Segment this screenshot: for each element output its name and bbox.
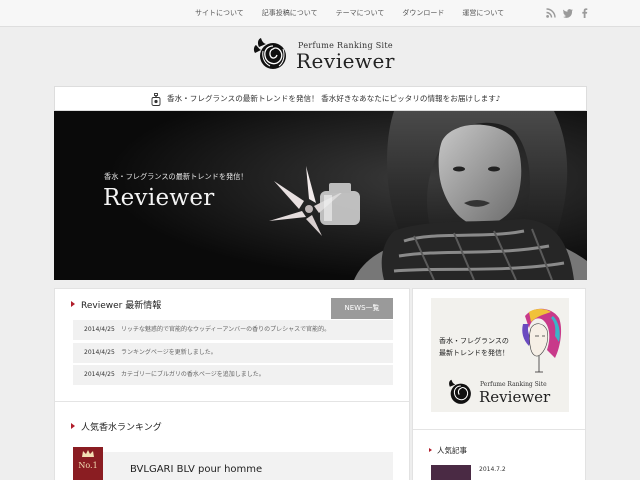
popular-article-thumbnail[interactable] [431,465,471,480]
popular-heading: 人気記事 [429,445,467,456]
perfume-bottle-icon [151,93,161,106]
news-item[interactable]: 2014/4/25 ランキングページを更新しました。 [73,342,393,363]
hero-tagline: 香水・フレグランスの最新トレンドを発信！ [104,172,248,181]
rose-logo-icon [253,38,286,69]
nav-item-download[interactable]: ダウンロード [393,0,453,27]
triangle-bullet-icon [71,301,75,307]
news-date: 2014/4/25 [84,371,115,378]
nav-item-about-site[interactable]: サイトについて [186,0,253,27]
social-links [546,8,590,18]
colorful-face-illustration [522,308,562,373]
nav-item-theme[interactable]: テーマについて [327,0,394,27]
twitter-icon[interactable] [563,8,573,18]
news-heading: Reviewer 最新情報 [71,298,161,311]
news-list: 2014/4/25 リッチな魅惑的で官能的なウッディーアンバーの香りのプレシャス… [73,320,393,388]
ranking-item-name[interactable]: BVLGARI BLV pour homme [130,464,262,475]
news-item[interactable]: 2014/4/25 カテゴリーにブルガリの香水ページを追加しました。 [73,365,393,385]
sidebar-banner[interactable]: 香水・フレグランスの 最新トレンドを発信！ Perfume Ranking Si… [431,298,569,412]
rss-icon[interactable] [546,8,556,18]
ranking-heading: 人気香水ランキング [71,420,162,433]
news-date: 2014/4/25 [84,326,115,333]
site-logo[interactable]: Perfume Ranking Site Reviewer [253,37,395,75]
banner-text-line-2: 最新トレンドを発信！ [439,349,509,357]
crown-icon [82,450,94,457]
announcement-bar: 香水・フレグランスの最新トレンドを発信！ 香水好きなあなたにピッタリの情報をお届… [54,86,587,111]
rose-logo-icon [449,379,471,404]
section-divider [55,401,409,402]
rank-badge: No.1 [73,447,103,480]
news-list-button[interactable]: NEWS一覧 [331,298,393,319]
triangle-bullet-icon [429,448,432,452]
facebook-icon[interactable] [580,8,590,18]
main-content: Reviewer 最新情報 NEWS一覧 2014/4/25 リッチな魅惑的で官… [54,288,410,480]
sidebar: 香水・フレグランスの 最新トレンドを発信！ Perfume Ranking Si… [412,288,586,480]
announcement-text: 香水・フレグランスの最新トレンドを発信！ 香水好きなあなたにピッタリの情報をお届… [167,94,501,103]
banner-logo-title: Reviewer [479,388,551,406]
news-title[interactable]: カテゴリーにブルガリの香水ページを追加しました。 [121,365,265,385]
sidebar-divider [413,429,585,430]
nav-item-posting[interactable]: 記事投稿について [253,0,327,27]
news-title[interactable]: ランキングページを更新しました。 [121,343,217,363]
hero-title: Reviewer [103,185,215,211]
news-title[interactable]: リッチな魅惑的で官能的なウッディーアンバーの香りのプレシャスで官能的。 [121,320,330,340]
banner-text-line-1: 香水・フレグランスの [439,337,509,345]
top-bar: サイトについて 記事投稿について テーマについて ダウンロード 運営について [0,0,640,27]
news-item[interactable]: 2014/4/25 リッチな魅惑的で官能的なウッディーアンバーの香りのプレシャス… [73,320,393,340]
banner-logo-subtitle: Perfume Ranking Site [480,381,547,388]
nav-item-operation[interactable]: 運営について [453,0,513,27]
rank-badge-label: No.1 [78,461,98,470]
triangle-bullet-icon [71,423,75,429]
hero-banner[interactable]: 香水・フレグランスの最新トレンドを発信！ Reviewer [54,111,587,280]
news-date: 2014/4/25 [84,348,115,356]
global-nav: サイトについて 記事投稿について テーマについて ダウンロード 運営について [186,0,513,27]
logo-title: Reviewer [296,49,395,73]
popular-article-date: 2014.7.2 [479,466,506,473]
